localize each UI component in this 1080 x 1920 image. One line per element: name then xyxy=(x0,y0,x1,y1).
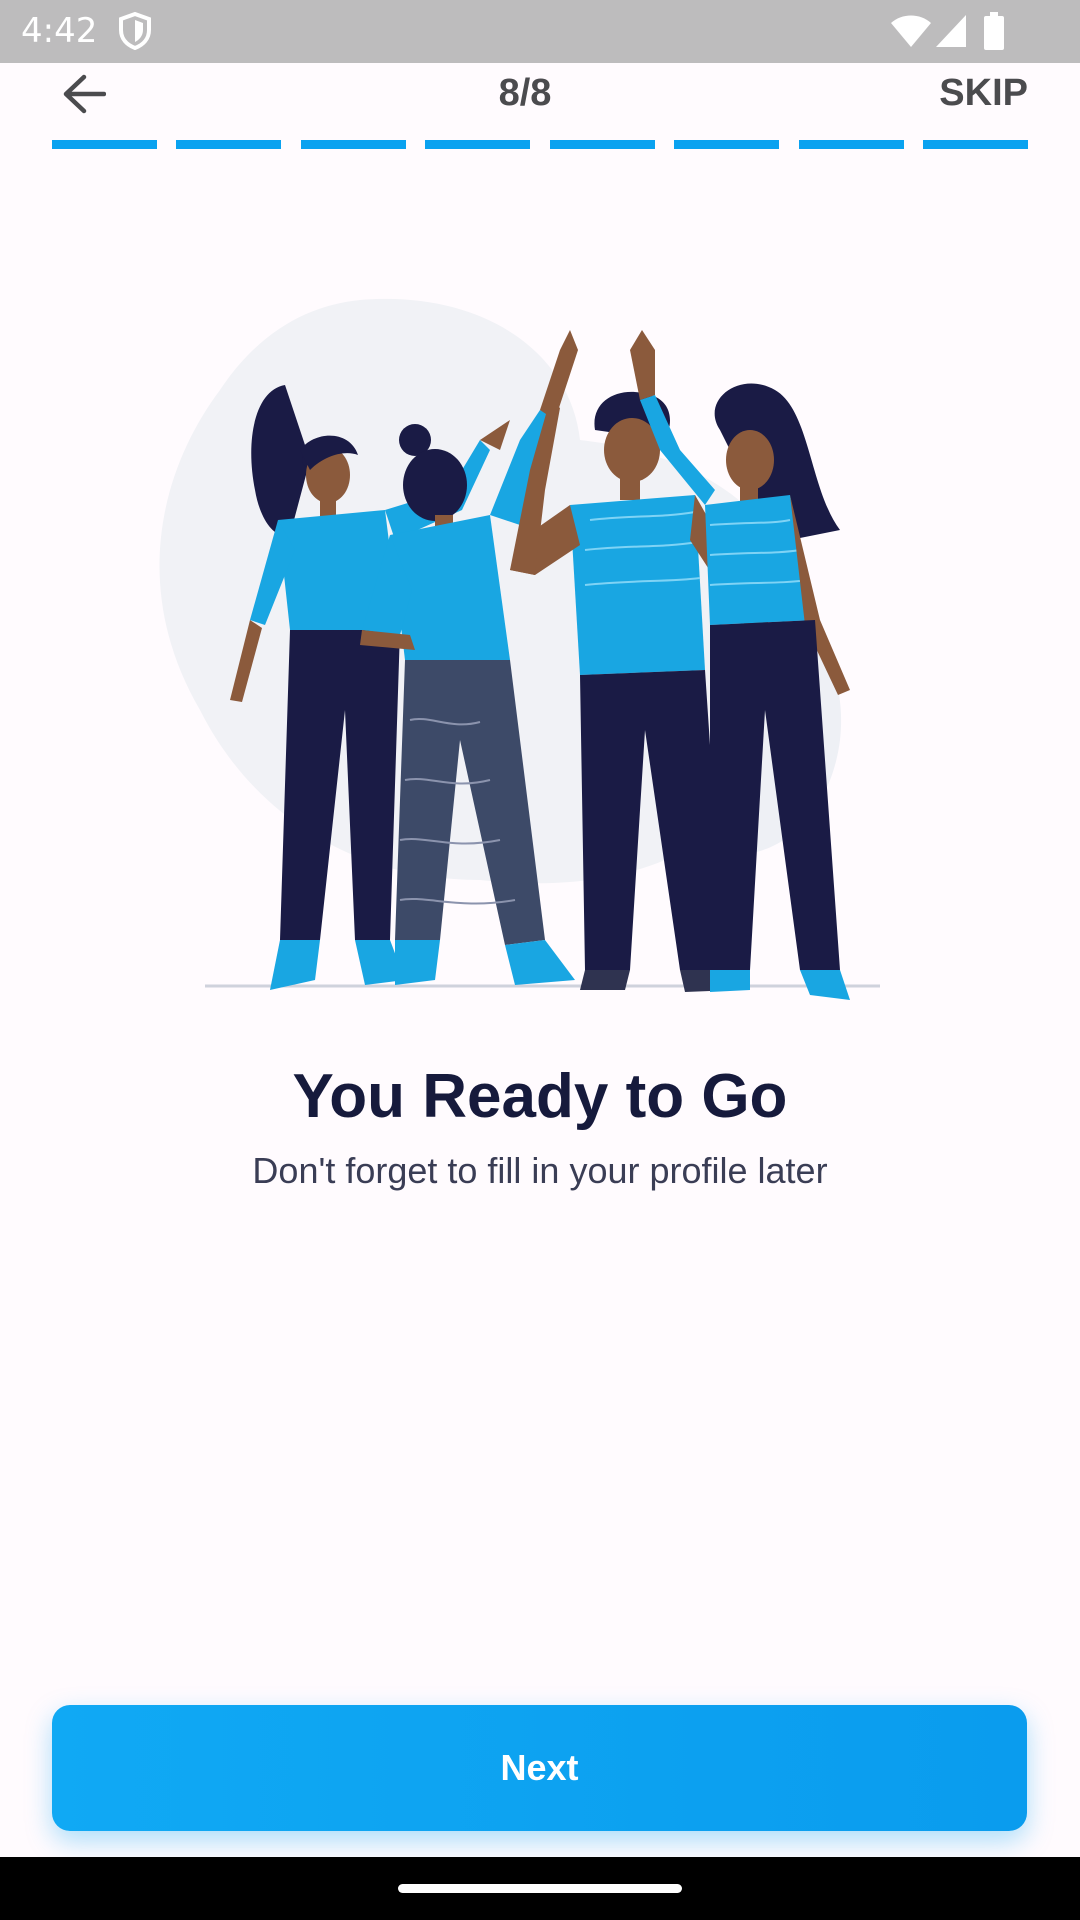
team-high-five-illustration xyxy=(159,298,880,1000)
skip-button[interactable]: SKIP xyxy=(939,68,1028,118)
shield-icon xyxy=(119,12,151,50)
onboarding-progress xyxy=(52,140,1028,149)
battery-icon xyxy=(984,12,1004,50)
home-indicator[interactable] xyxy=(398,1884,682,1893)
progress-segment xyxy=(425,140,531,149)
signal-icon xyxy=(936,15,966,47)
system-nav-bar xyxy=(0,1857,1080,1920)
arrow-left-icon xyxy=(63,74,106,114)
progress-segment xyxy=(798,140,904,149)
progress-segment xyxy=(176,140,282,149)
page-subtitle: Don't forget to fill in your profile lat… xyxy=(252,1150,828,1191)
wifi-icon xyxy=(891,15,931,47)
progress-segment xyxy=(674,140,780,149)
step-counter: 8/8 xyxy=(498,72,552,114)
next-button-label: Next xyxy=(500,1747,579,1788)
next-button[interactable]: Next xyxy=(52,1705,1027,1831)
progress-segment xyxy=(300,140,406,149)
status-time: 4:42 xyxy=(21,11,98,51)
progress-segment xyxy=(549,140,655,149)
progress-segment xyxy=(923,140,1028,149)
page-title: You Ready to Go xyxy=(292,1062,788,1131)
progress-segment xyxy=(52,140,157,149)
back-button[interactable] xyxy=(52,66,116,122)
status-bar: 4:42 xyxy=(0,0,1080,63)
